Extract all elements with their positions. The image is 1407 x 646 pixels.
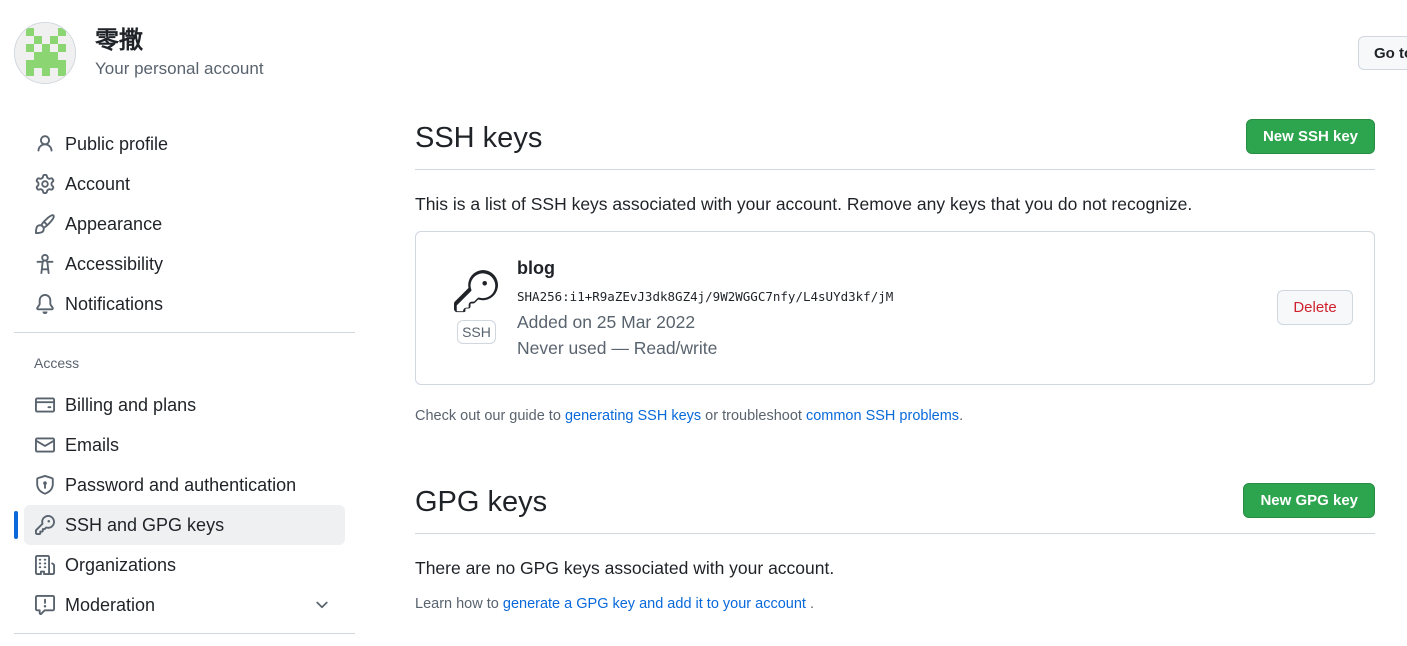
ssh-key-usage: Never used — Read/write [517,338,718,358]
sidebar-item-public-profile[interactable]: Public profile [24,124,345,164]
sidebar-item-label: Emails [65,434,120,455]
person-icon [34,133,56,155]
gear-icon [34,173,56,195]
gpg-section-header: GPG keys New GPG key [415,474,1375,534]
generate-gpg-key-link[interactable]: generate a GPG key and add it to your ac… [503,596,806,612]
ssh-help-mid: or troubleshoot [701,408,806,424]
key-icon [454,270,498,313]
ssh-key-fingerprint: SHA256:i1+R9aZEvJ3dk8GZ4j/9W2WGGC7nfy/L4… [517,289,894,304]
chevron-down-icon[interactable] [313,596,331,614]
sidebar-item-ssh-gpg-keys[interactable]: SSH and GPG keys [14,505,345,545]
user-name[interactable]: 零撒 [95,26,264,56]
go-to-profile-button[interactable]: Go to [1358,36,1407,70]
user-subtitle: Your personal account [95,59,264,78]
sidebar-divider [14,633,355,634]
sidebar-item-label: Public profile [65,133,169,154]
generating-ssh-keys-link[interactable]: generating SSH keys [565,408,701,424]
sidebar-item-label: Appearance [65,213,163,234]
ssh-help-text: Check out our guide to generating SSH ke… [415,408,1375,424]
sidebar-item-label: SSH and GPG keys [65,514,225,535]
sidebar-item-label: Moderation [65,594,156,615]
sidebar-item-password-auth[interactable]: Password and authentication [24,465,345,505]
report-icon [34,594,56,616]
ssh-type-badge: SSH [457,320,496,344]
sidebar-item-label: Accessibility [65,253,164,274]
sidebar-item-organizations[interactable]: Organizations [24,545,345,585]
sidebar-item-emails[interactable]: Emails [24,425,345,465]
organization-icon [34,554,56,576]
sidebar-item-notifications[interactable]: Notifications [24,284,345,324]
sidebar-heading-access: Access [34,355,80,371]
ssh-help-prefix: Check out our guide to [415,408,565,424]
sidebar-item-appearance[interactable]: Appearance [24,204,345,244]
ssh-key-added-date: Added on 25 Mar 2022 [517,312,696,332]
sidebar-divider [14,332,355,333]
common-ssh-problems-link[interactable]: common SSH problems [806,408,959,424]
delete-ssh-key-button[interactable]: Delete [1277,290,1353,325]
bell-icon [34,293,56,315]
settings-sidebar: Public profile Account Appearance Access… [14,124,355,642]
gpg-keys-title: GPG keys [415,486,548,518]
paintbrush-icon [34,213,56,235]
user-header: 零撒 Your personal account [14,22,264,84]
ssh-help-suffix: . [959,408,964,424]
gpg-help-suffix: . [805,596,815,612]
sidebar-item-account[interactable]: Account [24,164,345,204]
sidebar-item-billing[interactable]: Billing and plans [24,385,345,425]
ssh-section-header: SSH keys New SSH key [415,110,1375,170]
sidebar-item-label: Account [65,173,131,194]
gpg-empty-text: There are no GPG keys associated with yo… [415,558,835,578]
sidebar-item-moderation[interactable]: Moderation [24,585,345,625]
settings-page: 零撒 Your personal account Go to Public pr… [0,0,1407,646]
avatar[interactable] [14,22,76,84]
gpg-help-text: Learn how to generate a GPG key and add … [415,596,1375,612]
credit-card-icon [34,394,56,416]
new-gpg-key-button[interactable]: New GPG key [1243,483,1375,518]
sidebar-item-label: Organizations [65,554,177,575]
sidebar-item-label: Billing and plans [65,394,197,415]
sidebar-item-accessibility[interactable]: Accessibility [24,244,345,284]
ssh-intro-text: This is a list of SSH keys associated wi… [415,194,1193,214]
ssh-key-title: blog [517,258,555,278]
mail-icon [34,434,56,456]
gpg-help-prefix: Learn how to [415,596,503,612]
main-content: SSH keys New SSH key This is a list of S… [415,110,1375,612]
ssh-keys-title: SSH keys [415,122,543,154]
sidebar-item-label: Password and authentication [65,474,297,495]
ssh-key-item: SSH blog SHA256:i1+R9aZEvJ3dk8GZ4j/9W2WG… [415,231,1375,385]
key-icon [34,514,56,536]
gpg-section: GPG keys New GPG key There are no GPG ke… [415,474,1375,612]
shield-lock-icon [34,474,56,496]
sidebar-item-label: Notifications [65,293,164,314]
accessibility-icon [34,253,56,275]
user-text: 零撒 Your personal account [95,26,264,80]
new-ssh-key-button[interactable]: New SSH key [1245,119,1375,154]
